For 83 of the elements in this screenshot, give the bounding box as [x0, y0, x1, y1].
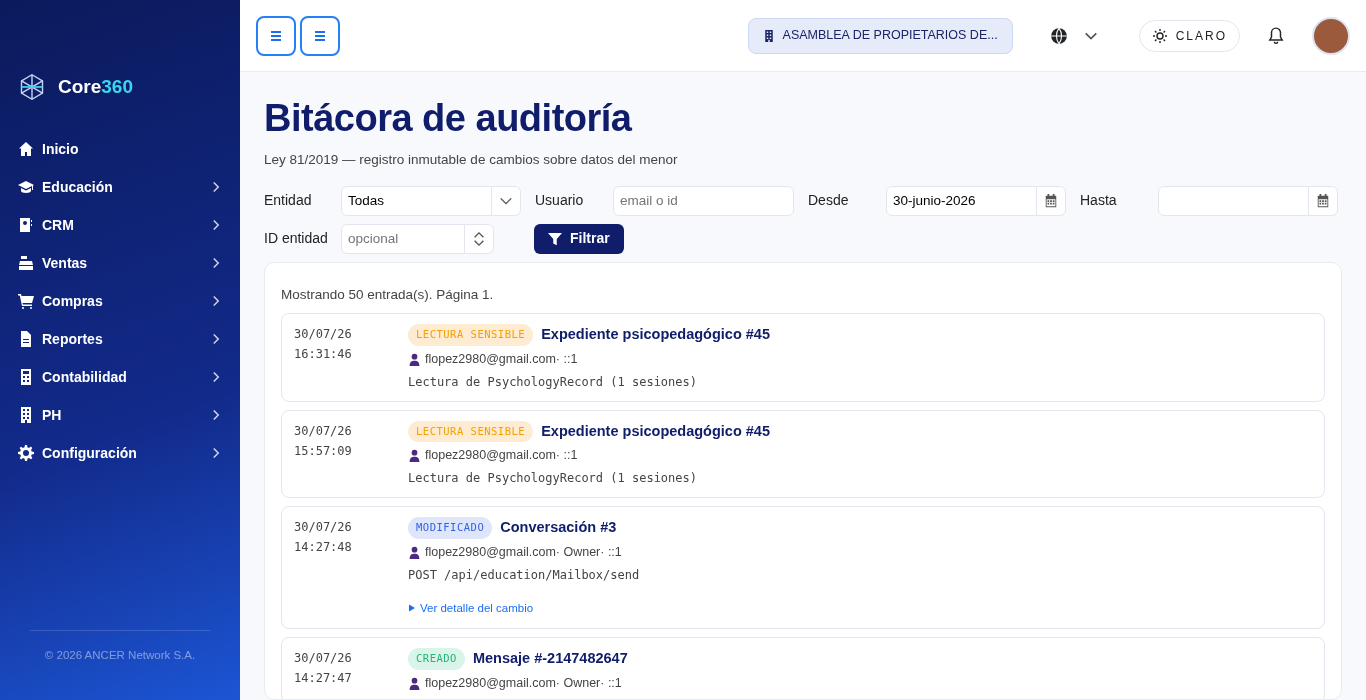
spinner-arrows-icon — [472, 230, 486, 247]
number-stepper[interactable] — [465, 223, 494, 254]
user-avatar[interactable] — [1312, 16, 1350, 55]
sidebar-item[interactable]: Reportes — [0, 320, 240, 358]
action-badge: LECTURA SENSIBLE — [408, 420, 534, 443]
from-date-input[interactable]: 30-junio-2026 — [886, 185, 1037, 216]
entry-user: flopez2980@gmail.com· Owner· ::1 — [425, 674, 622, 692]
entry-detail: Lectura de PsychologyRecord (1 sesiones) — [408, 470, 698, 488]
organization-selector[interactable]: ASAMBLEA DE PROPIETARIOS DE... — [747, 17, 1013, 54]
menu-toggle-button[interactable] — [256, 15, 296, 56]
building-icon — [18, 407, 34, 423]
user-icon — [408, 676, 421, 690]
results-summary: Mostrando 50 entrada(s). Página 1. — [281, 285, 495, 304]
field-label: Usuario — [535, 191, 585, 211]
sidebar-item[interactable]: Ventas — [0, 244, 240, 282]
change-detail-link[interactable]: Ver detalle del cambio — [408, 599, 534, 617]
entry-time: 14:27:48 — [294, 539, 353, 557]
contact-card-icon — [18, 217, 34, 233]
theme-toggle-button[interactable]: CLARO — [1138, 19, 1240, 52]
page-title: Bitácora de auditoría — [264, 96, 633, 141]
house-icon — [18, 141, 34, 157]
entry-date: 30/07/26 — [294, 422, 353, 440]
entry-title: Mensaje #-2147482647 — [472, 649, 628, 669]
date-picker-button[interactable] — [1309, 185, 1338, 216]
filter-icon — [548, 231, 562, 246]
graduation-cap-icon — [18, 179, 34, 195]
page-subtitle: Ley 81/2019 — registro inmutable de cambios sobre datos del menor — [264, 150, 679, 169]
calculator-icon — [18, 369, 34, 385]
user-icon — [408, 352, 421, 366]
entry-title: Expediente psicopedagógico #45 — [541, 421, 770, 441]
action-badge: LECTURA SENSIBLE — [408, 324, 534, 346]
entity-select[interactable]: Todas — [341, 185, 492, 216]
user-icon — [408, 449, 421, 463]
copyright-text: © 2026 ANCER Network S.A. — [30, 629, 210, 664]
entry-detail: Lectura de PsychologyRecord (1 sesiones) — [408, 373, 698, 391]
sun-icon — [1151, 27, 1168, 44]
action-badge: CREADO — [408, 648, 465, 670]
user-input[interactable]: email o id — [613, 185, 794, 216]
document-icon — [18, 331, 34, 347]
user-icon — [408, 545, 421, 559]
to-date-input[interactable] — [1158, 185, 1309, 216]
sidebar-item[interactable]: Contabilidad — [0, 358, 240, 396]
field-label: Hasta — [1080, 191, 1118, 211]
sidebar-item[interactable]: Configuración — [0, 434, 240, 472]
entry-time: 16:31:46 — [294, 346, 353, 364]
entry-user: flopez2980@gmail.com· ::1 — [425, 350, 578, 368]
bell-icon — [1267, 26, 1285, 45]
field-label: Desde — [808, 191, 850, 211]
entry-user: flopez2980@gmail.com· Owner· ::1 — [425, 543, 622, 561]
calendar-icon — [1044, 193, 1058, 208]
cart-icon — [18, 293, 34, 309]
entity-id-input[interactable]: opcional — [341, 223, 465, 254]
filter-button[interactable]: Filtrar — [534, 223, 624, 254]
action-badge: MODIFICADO — [408, 517, 493, 539]
field-label: Entidad — [264, 191, 313, 211]
entry-date: 30/07/26 — [294, 519, 353, 537]
entry-user: flopez2980@gmail.com· ::1 — [425, 447, 578, 465]
cash-register-icon — [18, 255, 34, 271]
entry-time: 15:57:09 — [294, 442, 353, 460]
gear-icon — [18, 445, 34, 461]
building-icon — [762, 29, 775, 42]
sidebar-item[interactable]: Educación — [0, 168, 240, 206]
notifications-button[interactable] — [1266, 25, 1286, 46]
sidebar-item[interactable]: Inicio — [0, 130, 240, 168]
sidebar-item[interactable]: Compras — [0, 282, 240, 320]
menu-toggle-button[interactable] — [300, 15, 340, 56]
entry-title: Expediente psicopedagógico #45 — [541, 325, 770, 345]
dropdown-toggle-button[interactable] — [492, 185, 521, 216]
sidebar-item[interactable]: PH — [0, 396, 240, 434]
calendar-icon — [1316, 193, 1330, 208]
entry-date: 30/07/26 — [294, 326, 353, 344]
entry-date: 30/07/26 — [294, 650, 353, 668]
globe-icon — [1049, 26, 1068, 45]
entry-title: Conversación #3 — [500, 518, 617, 538]
field-label: ID entidad — [264, 229, 329, 249]
triangle-right-icon — [408, 604, 416, 613]
sidebar-item[interactable]: CRM — [0, 206, 240, 244]
language-selector[interactable] — [1048, 25, 1099, 46]
entry-time: 14:27:47 — [294, 670, 353, 688]
brand-name: Core360 — [58, 74, 133, 99]
date-picker-button[interactable] — [1037, 185, 1066, 216]
entry-detail: POST /api/education/Mailbox/send — [408, 566, 640, 584]
network-logo-icon — [18, 73, 46, 101]
